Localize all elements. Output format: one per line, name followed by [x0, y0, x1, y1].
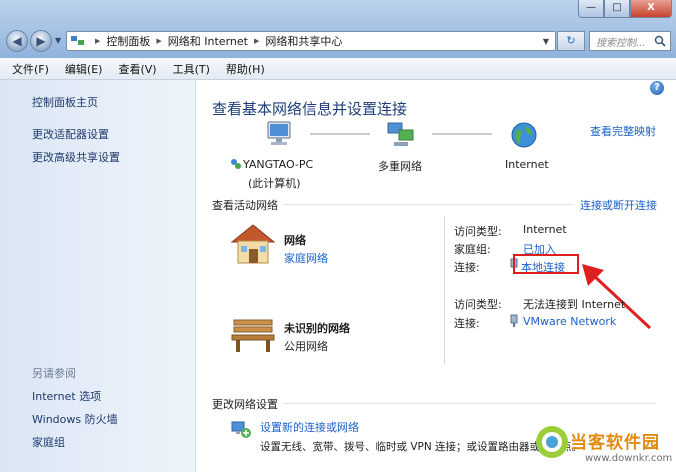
search-input[interactable]: 搜索控制... [589, 31, 671, 51]
change-settings-heading: 更改网络设置 [212, 398, 278, 411]
network1-homegroup-label: 家庭组: [454, 243, 491, 256]
chevron-right-icon[interactable]: ▶ [95, 37, 100, 45]
network-user-icon [231, 159, 241, 169]
network1-name: 网络 [284, 234, 306, 247]
chevron-right-icon[interactable]: ▶ [254, 37, 259, 45]
network1-access-label: 访问类型: [454, 225, 502, 238]
divider [284, 403, 656, 404]
breadcrumb-network-sharing-center[interactable]: 网络和共享中心 [265, 33, 342, 49]
back-button[interactable]: ◀ [6, 30, 28, 52]
network2-access-value: 无法连接到 Internet [523, 298, 626, 311]
menu-help[interactable]: 帮助(H) [226, 61, 265, 77]
refresh-icon: ↻ [566, 34, 576, 47]
watermark-text: 当客软件园 [570, 433, 660, 453]
close-button[interactable]: X [630, 0, 672, 18]
arrow-left-icon: ◀ [12, 34, 22, 48]
window-controls: — □ X [578, 0, 672, 18]
chevron-right-icon[interactable]: ▶ [156, 37, 161, 45]
sidebar-item-change-advanced-sharing[interactable]: 更改高级共享设置 [32, 149, 120, 165]
network2-access-label: 访问类型: [454, 298, 502, 311]
map-connection-line [432, 133, 492, 135]
vmware-network-link[interactable]: VMware Network [523, 315, 616, 328]
sidebar-item-homegroup[interactable]: 家庭组 [32, 434, 65, 450]
sidebar-item-internet-options[interactable]: Internet 选项 [32, 388, 101, 404]
ethernet-icon [510, 314, 518, 327]
computer-subtitle: (此计算机) [248, 177, 301, 190]
network2-type: 公用网络 [284, 340, 328, 353]
divider [284, 204, 574, 205]
divider [444, 216, 445, 364]
multiple-networks-icon [387, 122, 414, 146]
address-dropdown-chevron-down-icon[interactable]: ▼ [543, 37, 549, 46]
minimize-button[interactable]: — [578, 0, 604, 18]
menu-file[interactable]: 文件(F) [12, 61, 49, 77]
forward-button[interactable]: ▶ [30, 30, 52, 52]
left-navigation-pane: 控制面板主页 更改适配器设置 更改高级共享设置 另请参阅 Internet 选项… [0, 80, 196, 472]
watermark-url: www.downkr.com [585, 453, 673, 464]
arrow-right-icon: ▶ [36, 34, 46, 48]
network2-name: 未识别的网络 [284, 322, 350, 335]
watermark-logo-icon [536, 426, 568, 458]
menu-tools[interactable]: 工具(T) [173, 61, 210, 77]
breadcrumb-control-panel[interactable]: 控制面板 [106, 33, 150, 49]
help-icon[interactable]: ? [650, 81, 664, 95]
search-placeholder: 搜索控制... [596, 37, 646, 49]
maximize-button[interactable]: □ [604, 0, 630, 18]
new-connection-icon [231, 421, 251, 438]
active-networks-heading: 查看活动网络 [212, 199, 278, 212]
computer-name: YANGTAO-PC [243, 158, 314, 171]
see-full-map-link[interactable]: 查看完整映射 [590, 123, 656, 139]
breadcrumb-network-internet[interactable]: 网络和 Internet [168, 33, 248, 49]
setup-new-connection-link[interactable]: 设置新的连接或网络 [260, 419, 359, 435]
multiple-networks-label: 多重网络 [378, 160, 422, 173]
refresh-button[interactable]: ↻ [557, 31, 585, 51]
home-network-icon [230, 224, 276, 264]
network2-connection-label: 连接: [454, 317, 480, 330]
globe-icon [511, 122, 537, 148]
map-connection-line [310, 133, 370, 135]
search-icon[interactable] [654, 35, 666, 47]
title-bar: — □ X ◀ ▶ ▼ ▶ 控制面板 ▶ 网络和 Internet ▶ 网络和共… [0, 0, 676, 58]
network1-type-link[interactable]: 家庭网络 [284, 250, 328, 266]
address-bar[interactable]: ▶ 控制面板 ▶ 网络和 Internet ▶ 网络和共享中心 ▼ [66, 31, 556, 51]
page-title: 查看基本网络信息并设置连接 [212, 100, 408, 118]
sidebar-item-change-adapter-settings[interactable]: 更改适配器设置 [32, 126, 109, 142]
menu-edit[interactable]: 编辑(E) [65, 61, 103, 77]
highlight-box [513, 254, 579, 274]
menu-view[interactable]: 查看(V) [118, 61, 156, 77]
computer-icon [267, 121, 291, 145]
connect-disconnect-link[interactable]: 连接或断开连接 [580, 197, 657, 213]
recent-pages-chevron-down-icon[interactable]: ▼ [55, 36, 61, 45]
sidebar-item-control-panel-home[interactable]: 控制面板主页 [32, 94, 98, 110]
network1-connection-label: 连接: [454, 261, 480, 274]
sidebar-item-windows-firewall[interactable]: Windows 防火墙 [32, 411, 118, 427]
control-panel-icon [71, 35, 85, 47]
internet-label: Internet [505, 158, 549, 171]
menu-bar: 文件(F) 编辑(E) 查看(V) 工具(T) 帮助(H) [0, 58, 676, 80]
see-also-heading: 另请参阅 [32, 367, 76, 380]
network1-access-value: Internet [523, 223, 567, 236]
public-network-bench-icon [231, 319, 275, 352]
